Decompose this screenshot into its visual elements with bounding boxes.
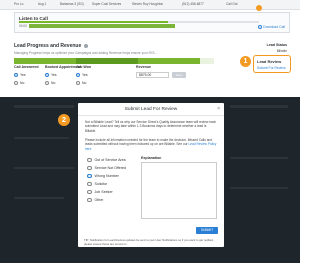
lead-progress-bar (14, 58, 214, 64)
audio-waveform[interactable] (29, 24, 175, 28)
submit-for-review-link[interactable]: Submit For Review (257, 66, 286, 70)
radio-label: Yes (82, 73, 88, 77)
radio-button[interactable] (45, 81, 49, 85)
radio-button[interactable] (87, 165, 92, 171)
col-call-answered: Call Answered Yes No (14, 65, 45, 87)
reason-option[interactable]: Other (87, 196, 126, 204)
ghost-bar (14, 197, 64, 199)
ghost-bar (230, 187, 288, 189)
radio-yes[interactable]: Yes (14, 71, 45, 79)
notification-tip: TIP: Notification for Lead Review update… (84, 238, 214, 246)
close-icon[interactable]: × (217, 106, 220, 112)
lead-status-value: Billable (276, 49, 287, 53)
progress-segment-1 (14, 58, 76, 64)
radio-label: No (20, 81, 25, 85)
ghost-bar (14, 167, 74, 169)
reason-label: Solicitor (94, 182, 108, 186)
audio-time: 00:00 (19, 24, 27, 28)
strip-cell: (512) 456-6877 (182, 2, 204, 6)
progress-columns: Call Answered Yes No Booked Appointment … (14, 65, 107, 87)
lead-review-box: Lead Review Submit For Review (253, 55, 291, 73)
submit-lead-review-modal: Submit Lead For Review × Not a Billable … (78, 103, 224, 247)
radio-label: Yes (20, 73, 26, 77)
ghost-bar (14, 105, 74, 108)
radio-button[interactable] (45, 73, 49, 77)
radio-yes[interactable]: Yes (45, 71, 76, 79)
radio-button[interactable] (87, 157, 92, 163)
col-booked-appointment: Booked Appointment Yes No (45, 65, 81, 87)
notification-dot (256, 5, 262, 11)
explanation-label: Explanation (141, 156, 162, 160)
step-2-callout: 2 (58, 114, 70, 126)
lead-summary-strip: Pro Lo Aug 1 Bahamas 3 (SG) Super Coal S… (0, 0, 300, 10)
modal-overlay: 2 Submit Lead For Review × Not a Billabl… (0, 97, 300, 263)
strip-cell: Call Out (226, 2, 238, 6)
radio-button[interactable] (14, 73, 18, 77)
ghost-bar (230, 157, 288, 159)
lead-progress-subtitle: Managing Progress helps us optimize your… (14, 51, 157, 55)
download-icon (258, 25, 263, 29)
radio-no[interactable]: No (76, 79, 107, 87)
audio-progress-track[interactable] (19, 21, 259, 23)
progress-segment-3 (138, 58, 200, 64)
submit-button[interactable]: SUBMIT (196, 227, 218, 234)
radio-button[interactable] (87, 197, 92, 203)
radio-button[interactable] (14, 81, 18, 85)
call-audio-player: Listen to Call 00:00 Download Call (14, 12, 290, 33)
download-label: Download Call (263, 25, 285, 29)
strip-cell: Super Coal Services (92, 2, 122, 6)
radio-button[interactable] (87, 181, 92, 187)
lead-status-heading: Lead Status (266, 43, 287, 47)
modal-intro-text: Not a Billable Lead? Tell us why our Ser… (85, 120, 217, 133)
ghost-bar (14, 137, 69, 139)
radio-button[interactable] (87, 189, 92, 195)
strip-cell: Aug 1 (38, 2, 47, 6)
col-job-won: Job Won Yes No (76, 65, 107, 87)
radio-button[interactable] (76, 73, 80, 77)
radio-no[interactable]: No (45, 79, 76, 87)
radio-label: No (82, 81, 87, 85)
help-icon[interactable] (83, 43, 88, 48)
radio-button[interactable] (87, 173, 92, 179)
radio-label: Yes (51, 73, 57, 77)
reason-label: Wrong Number (94, 174, 119, 178)
review-reason-options: Out of Service Area Service Not Offered … (87, 156, 126, 204)
reason-option[interactable]: Wrong Number (87, 172, 126, 180)
lead-progress-heading: Lead Progress and Revenue (14, 43, 88, 49)
strip-cell: Bahamas 3 (SG) (60, 2, 84, 6)
reason-option[interactable]: Service Not Offered (87, 164, 126, 172)
radio-yes[interactable]: Yes (76, 71, 107, 79)
modal-title: Submit Lead For Review (78, 103, 224, 116)
reason-option[interactable]: Job Seeker (87, 188, 126, 196)
modal-instructions: Please include all information needed fo… (85, 138, 217, 151)
save-revenue-button[interactable]: Save (172, 72, 186, 78)
lead-progress-title: Lead Progress and Revenue (14, 43, 82, 49)
download-call-link[interactable]: Download Call (258, 25, 285, 29)
progress-segment-2 (76, 58, 138, 64)
radio-label: No (51, 81, 56, 85)
strip-cell: Steven Roy Houghton (132, 2, 164, 6)
step-1-callout: 1 (240, 56, 251, 67)
reason-option[interactable]: Solicitor (87, 180, 126, 188)
reason-label: Out of Service Area (94, 158, 126, 162)
reason-label: Job Seeker (94, 190, 113, 194)
explanation-textarea[interactable] (141, 162, 217, 219)
reason-option[interactable]: Out of Service Area (87, 156, 126, 164)
radio-button[interactable] (76, 81, 80, 85)
revenue-heading: Revenue (136, 65, 151, 69)
revenue-input[interactable]: $875.00 (136, 72, 169, 78)
strip-cell: Pro Lo (14, 2, 24, 6)
reason-label: Other (94, 198, 104, 202)
lead-review-title: Lead Review (257, 59, 282, 64)
reason-label: Service Not Offered (94, 166, 127, 170)
audio-progress-fill (19, 21, 168, 23)
radio-no[interactable]: No (14, 79, 45, 87)
ghost-bar (230, 105, 288, 108)
